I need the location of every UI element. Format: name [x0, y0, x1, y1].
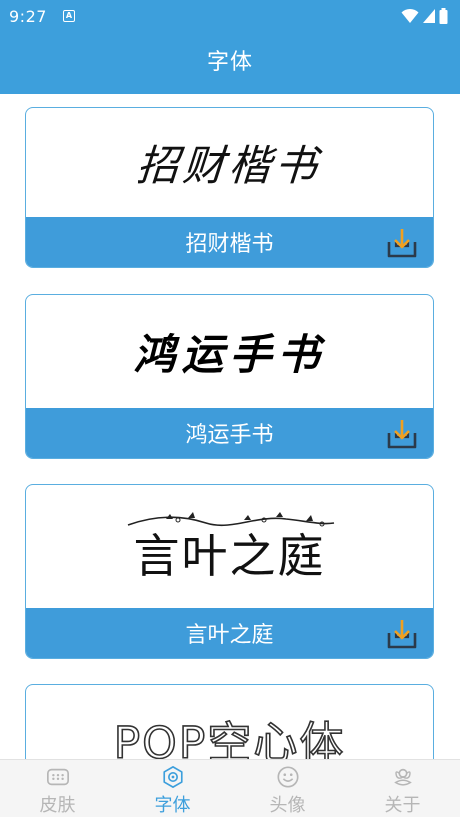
font-preview: 言叶之庭 — [26, 485, 433, 607]
nav-label: 头像 — [269, 795, 306, 816]
nav-label: 皮肤 — [39, 795, 76, 816]
nav-label: 字体 — [154, 795, 191, 816]
app-notification-icon: A — [62, 10, 75, 22]
font-card-bar: 鸿运手书 — [26, 408, 433, 458]
font-card[interactable]: 招财楷书 招财楷书 — [25, 107, 434, 268]
smiley-icon — [276, 766, 299, 788]
download-icon[interactable] — [385, 226, 419, 260]
font-preview: 招财楷书 — [26, 108, 433, 216]
status-time: 9:27 — [9, 6, 47, 26]
font-list[interactable]: 招财楷书 招财楷书 鸿运手书 鸿运手书 言叶之庭 言叶之庭 POP空心体 — [0, 94, 460, 759]
nav-item-about[interactable]: 关于 — [345, 760, 460, 817]
battery-icon — [439, 8, 448, 24]
skin-icon — [46, 768, 69, 786]
font-name-label: 招财楷书 — [185, 232, 274, 257]
nav-item-avatar[interactable]: 头像 — [230, 760, 345, 817]
font-preview: POP空心体 — [26, 685, 433, 759]
vine-decoration — [127, 512, 335, 527]
nav-item-font[interactable]: 字体 — [115, 760, 230, 817]
app-bar: 字体 — [0, 32, 460, 94]
font-card-bar: 言叶之庭 — [26, 608, 433, 658]
font-icon — [162, 766, 183, 788]
nav-label: 关于 — [384, 795, 421, 816]
font-preview: 鸿运手书 — [26, 295, 433, 407]
status-icons — [401, 8, 448, 24]
bottom-navigation: 皮肤 字体 头像 关于 — [0, 759, 460, 817]
font-card[interactable]: POP空心体 — [25, 684, 434, 759]
font-name-label: 鸿运手书 — [185, 423, 274, 448]
font-card[interactable]: 鸿运手书 鸿运手书 — [25, 294, 434, 459]
nav-item-skin[interactable]: 皮肤 — [0, 760, 115, 817]
wifi-icon — [401, 8, 419, 23]
download-icon[interactable] — [385, 617, 419, 651]
font-preview-text: POP空心体 — [113, 717, 346, 759]
font-preview-text: 鸿运手书 — [133, 329, 326, 379]
status-bar: 9:27 A — [0, 0, 460, 32]
font-card[interactable]: 言叶之庭 言叶之庭 — [25, 484, 434, 659]
flower-icon — [393, 768, 412, 786]
page-title: 字体 — [206, 50, 253, 75]
font-name-label: 言叶之庭 — [185, 623, 274, 648]
signal-icon — [423, 9, 435, 23]
font-card-bar: 招财楷书 — [26, 217, 433, 267]
font-preview-text: 招财楷书 — [135, 140, 324, 190]
download-icon[interactable] — [385, 417, 419, 451]
